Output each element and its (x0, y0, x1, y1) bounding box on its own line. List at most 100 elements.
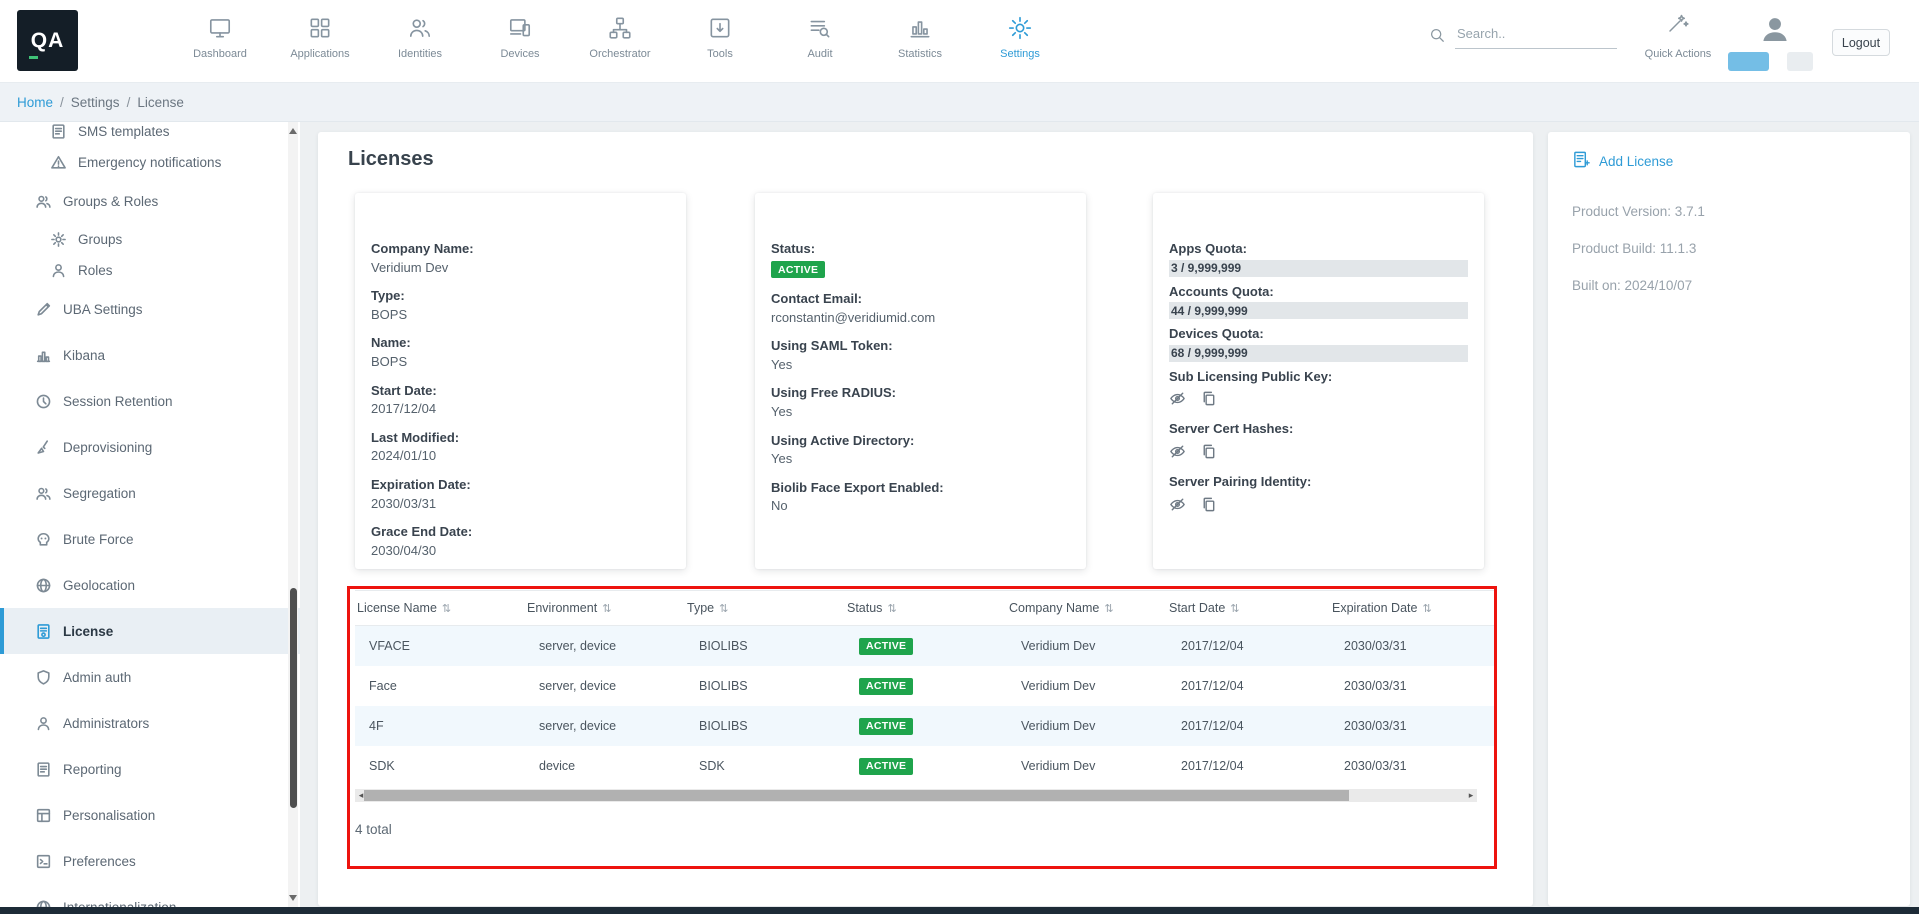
secondary-flag-icon[interactable] (1787, 52, 1813, 71)
cell-license-name: VFACE (355, 639, 525, 653)
breadcrumb-home[interactable]: Home (17, 95, 53, 110)
nav-audit[interactable]: Audit (770, 8, 870, 74)
table-row[interactable]: 4Fserver, deviceBIOLIBSACTIVEVeridium De… (355, 706, 1495, 746)
sort-icon: ⇅ (602, 602, 611, 615)
table-hscrollbar-thumb[interactable] (364, 790, 1349, 801)
column-header-license-name[interactable]: License Name⇅ (355, 601, 525, 615)
field-label: Expiration Date: (371, 477, 670, 493)
sidebar-item-brute-force[interactable]: Brute Force (0, 516, 300, 562)
sidebar-item-emergency-notifications[interactable]: Emergency notifications (0, 147, 300, 178)
copy-button[interactable] (1200, 390, 1217, 407)
field-value: Yes (771, 451, 1070, 467)
sidebar-item-administrators[interactable]: Administrators (0, 700, 300, 746)
table-row[interactable]: Faceserver, deviceBIOLIBSACTIVEVeridium … (355, 666, 1495, 706)
sidebar-item-admin-auth[interactable]: Admin auth (0, 654, 300, 700)
sidebar-item-kibana[interactable]: Kibana (0, 332, 300, 378)
copy-button[interactable] (1200, 496, 1217, 513)
sidebar-item-session-retention[interactable]: Session Retention (0, 378, 300, 424)
license-table: License Name⇅Environment⇅Type⇅Status⇅Com… (355, 590, 1495, 837)
pen-icon (35, 301, 52, 318)
sidebar-item-internationalization[interactable]: Internationalization (0, 884, 300, 907)
field-label: Status: (771, 241, 1070, 257)
field-sub-licensing-public-key: Sub Licensing Public Key: (1169, 369, 1468, 408)
nav-settings[interactable]: Settings (970, 8, 1070, 74)
field-label: Using Active Directory: (771, 433, 1070, 449)
app-logo[interactable]: QA (17, 10, 78, 71)
nav-statistics[interactable]: Statistics (870, 8, 970, 74)
sort-icon: ⇅ (1104, 602, 1113, 615)
cell-status: ACTIVE (845, 718, 1007, 735)
sidebar-item-license[interactable]: License (0, 608, 300, 654)
tools-icon (707, 15, 733, 41)
cell-expiration-date: 2030/03/31 (1330, 719, 1495, 733)
reveal-button[interactable] (1169, 443, 1186, 460)
sidebar-item-groups[interactable]: Groups (0, 224, 300, 255)
orchestrator-icon (607, 15, 633, 41)
nav-identities[interactable]: Identities (370, 8, 470, 74)
nav-dashboard[interactable]: Dashboard (170, 8, 270, 74)
cell-expiration-date: 2030/03/31 (1330, 639, 1495, 653)
column-header-status[interactable]: Status⇅ (845, 601, 1007, 615)
table-row[interactable]: VFACEserver, deviceBIOLIBSACTIVEVeridium… (355, 626, 1495, 666)
flag-icon[interactable] (1728, 52, 1769, 71)
table-hscrollbar[interactable]: ◂ ▸ (355, 789, 1477, 802)
column-header-start-date[interactable]: Start Date⇅ (1167, 601, 1330, 615)
main-panel: Licenses Company Name:Veridium DevType:B… (318, 132, 1533, 906)
column-header-environment[interactable]: Environment⇅ (525, 601, 685, 615)
sidebar-item-roles[interactable]: Roles (0, 255, 300, 286)
secret-actions (1169, 443, 1468, 460)
column-header-type[interactable]: Type⇅ (685, 601, 845, 615)
sort-icon: ⇅ (442, 602, 451, 615)
scroll-down-icon[interactable] (289, 895, 297, 901)
field-value: BOPS (371, 354, 670, 370)
sidebar-item-label: Administrators (63, 716, 149, 731)
quick-actions-button[interactable]: Quick Actions (1631, 11, 1725, 60)
reveal-button[interactable] (1169, 390, 1186, 407)
nav-orchestrator[interactable]: Orchestrator (570, 8, 670, 74)
scroll-up-icon[interactable] (289, 128, 297, 134)
add-license-button[interactable]: Add License (1572, 150, 1673, 172)
built-on: Built on: 2024/10/07 (1572, 278, 1692, 293)
search-icon (1427, 25, 1447, 45)
sidebar-scrollbar[interactable] (288, 122, 298, 907)
person-icon (35, 715, 52, 732)
column-header-expiration-date[interactable]: Expiration Date⇅ (1330, 601, 1495, 615)
field-label: Contact Email: (771, 291, 1070, 307)
sidebar-item-geolocation[interactable]: Geolocation (0, 562, 300, 608)
nav-tools[interactable]: Tools (670, 8, 770, 74)
nav-devices[interactable]: Devices (470, 8, 570, 74)
scroll-right-icon[interactable]: ▸ (1465, 789, 1477, 802)
field-company-name: Company Name: Veridium Dev (371, 241, 670, 275)
nav-applications[interactable]: Applications (270, 8, 370, 74)
cell-expiration-date: 2030/03/31 (1330, 679, 1495, 693)
search-icon (1427, 25, 1447, 45)
sidebar-item-groups-roles[interactable]: Groups & Roles (0, 178, 300, 224)
copy-button[interactable] (1200, 443, 1217, 460)
logo-text: QA (31, 29, 65, 53)
field-label: Server Cert Hashes: (1169, 421, 1468, 437)
column-header-company-name[interactable]: Company Name⇅ (1007, 601, 1167, 615)
field-value: Veridium Dev (371, 260, 670, 276)
sidebar-item-label: Kibana (63, 348, 105, 363)
sidebar-item-segregation[interactable]: Segregation (0, 470, 300, 516)
field-name: Name:BOPS (371, 335, 670, 369)
field-expiration-date: Expiration Date:2030/03/31 (371, 477, 670, 511)
search-input[interactable] (1455, 22, 1617, 49)
field-biolib-face-export-enabled: Biolib Face Export Enabled:No (771, 480, 1070, 514)
cell-company-name: Veridium Dev (1007, 719, 1167, 733)
logout-button[interactable]: Logout (1832, 29, 1890, 56)
field-label: Company Name: (371, 241, 670, 257)
nav-label: Applications (290, 48, 349, 60)
prefs-icon (35, 853, 52, 870)
reveal-button[interactable] (1169, 496, 1186, 513)
profile-icon[interactable] (1758, 12, 1792, 46)
sidebar-scrollbar-thumb[interactable] (290, 588, 297, 808)
sidebar-item-reporting[interactable]: Reporting (0, 746, 300, 792)
sidebar-list: SMS templatesEmergency notificationsGrou… (0, 122, 300, 907)
sidebar-item-sms-templates[interactable]: SMS templates (0, 122, 300, 147)
table-row[interactable]: SDKdeviceSDKACTIVEVeridium Dev2017/12/04… (355, 746, 1495, 786)
sidebar-item-uba-settings[interactable]: UBA Settings (0, 286, 300, 332)
sidebar-item-personalisation[interactable]: Personalisation (0, 792, 300, 838)
sidebar-item-preferences[interactable]: Preferences (0, 838, 300, 884)
sidebar-item-deprovisioning[interactable]: Deprovisioning (0, 424, 300, 470)
